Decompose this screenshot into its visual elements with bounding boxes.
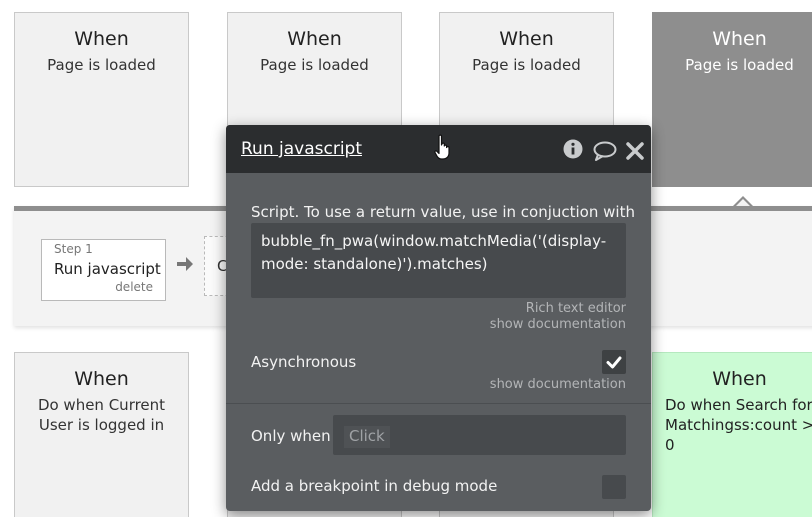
comment-icon[interactable]: [593, 141, 617, 161]
script-label: Script. To use a return value, use in co…: [251, 203, 635, 221]
step-name: Run javascript: [54, 260, 161, 278]
only-when-label: Only when: [251, 427, 331, 445]
run-javascript-panel: Run javascript Script. To use a return v…: [226, 125, 651, 511]
breakpoint-label: Add a breakpoint in debug mode: [251, 477, 498, 495]
only-when-placeholder[interactable]: Click: [344, 426, 390, 448]
script-value-line-2: mode: standalone)').matches): [261, 255, 488, 273]
checkmark-icon: [606, 356, 622, 369]
event-title: When: [74, 28, 129, 50]
rich-text-editor-link[interactable]: Rich text editor: [526, 301, 626, 316]
hand-cursor-icon: [434, 134, 450, 160]
step-1-card[interactable]: Step 1 Run javascript delete: [41, 239, 166, 301]
event-title: When: [74, 368, 129, 390]
event-subtitle: Do when Search for Matchingss:count > 0: [665, 396, 812, 454]
event-title: When: [712, 28, 767, 50]
step-delete-link[interactable]: delete: [115, 280, 153, 294]
panel-title[interactable]: Run javascript: [241, 139, 362, 159]
step-number: Step 1: [54, 242, 93, 256]
event-card-search-count[interactable]: When Do when Search for Matchingss:count…: [652, 352, 812, 517]
event-subtitle: Page is loaded: [685, 56, 794, 74]
arrow-right-icon: [177, 257, 193, 271]
show-documentation-link[interactable]: show documentation: [490, 317, 626, 332]
event-card-page-loaded-selected[interactable]: When Page is loaded: [652, 12, 812, 187]
breakpoint-checkbox[interactable]: [602, 475, 626, 499]
event-card-user-logged-in[interactable]: When Do when Current User is logged in: [14, 352, 189, 517]
event-subtitle: Page is loaded: [47, 56, 156, 74]
event-title: When: [287, 28, 342, 50]
event-subtitle: Page is loaded: [472, 56, 581, 74]
info-icon[interactable]: [563, 139, 583, 159]
event-title: When: [499, 28, 554, 50]
script-value-line-1: bubble_fn_pwa(window.matchMedia('(displa…: [261, 232, 607, 250]
asynchronous-checkbox[interactable]: [602, 350, 626, 374]
only-when-condition-input[interactable]: Click: [333, 415, 626, 455]
show-documentation-link-2[interactable]: show documentation: [490, 377, 626, 392]
asynchronous-label: Asynchronous: [251, 353, 357, 371]
band-pointer: [733, 196, 753, 207]
event-card-page-loaded-1[interactable]: When Page is loaded: [14, 12, 189, 187]
script-input[interactable]: bubble_fn_pwa(window.matchMedia('(displa…: [251, 223, 626, 298]
event-subtitle: Page is loaded: [260, 56, 369, 74]
close-icon[interactable]: [626, 142, 644, 160]
event-title: When: [712, 368, 767, 390]
event-subtitle: Do when Current User is logged in: [37, 396, 166, 434]
workflow-canvas: When Page is loaded When Page is loaded …: [0, 0, 812, 517]
panel-divider: [226, 403, 651, 404]
